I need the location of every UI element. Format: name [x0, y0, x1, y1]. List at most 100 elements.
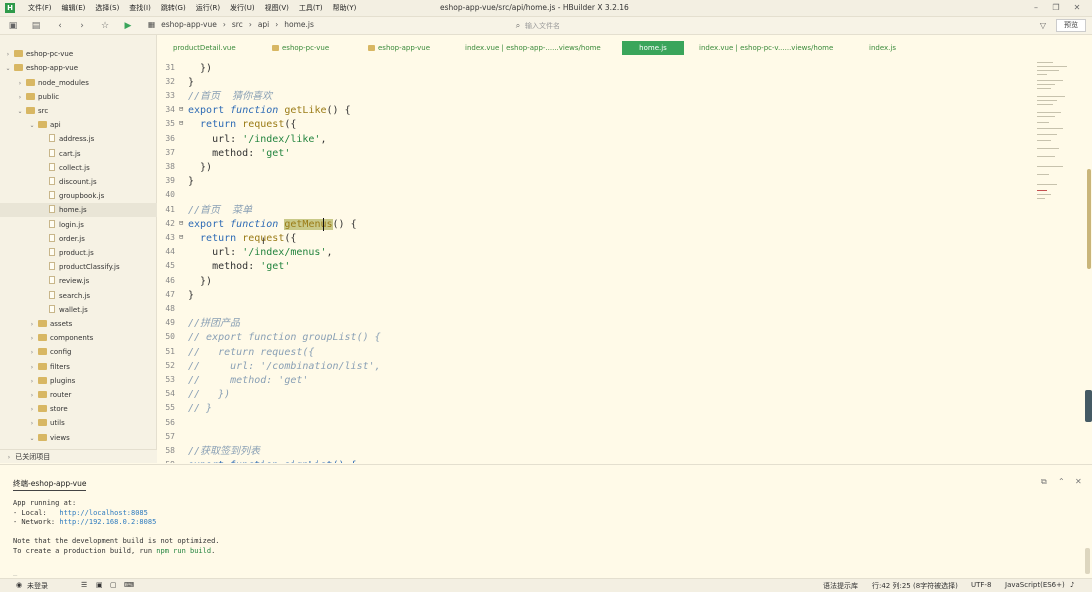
- folder-icon: [14, 50, 23, 57]
- sidebar-item-product-js[interactable]: product.js: [0, 246, 157, 260]
- maximize-icon[interactable]: ❐: [1048, 2, 1064, 14]
- breadcrumb-api[interactable]: api: [258, 20, 269, 29]
- menu-view[interactable]: 视图(V): [260, 3, 294, 13]
- minimize-icon[interactable]: –: [1028, 2, 1044, 14]
- menu-file[interactable]: 文件(F): [23, 3, 57, 13]
- fold-marker-icon[interactable]: ⊟: [179, 219, 183, 227]
- terminal-scrollbar[interactable]: [1085, 548, 1090, 574]
- new-file-icon[interactable]: ▣: [7, 20, 19, 32]
- filter-icon[interactable]: ▽: [1037, 20, 1049, 32]
- code-editor[interactable]: }) } //首页 猜你喜欢 export function getLike()…: [188, 56, 1028, 463]
- tab-index-vue-pc[interactable]: index.vue | eshop-pc-v......views/home: [699, 41, 833, 55]
- sidebar-item-order-js[interactable]: order.js: [0, 232, 157, 246]
- file-icon: [49, 177, 55, 185]
- outline-icon[interactable]: ☰: [81, 581, 87, 589]
- run-icon[interactable]: ▶: [122, 20, 134, 32]
- menu-publish[interactable]: 发行(U): [225, 3, 260, 13]
- tab-eshop-app-vue[interactable]: eshop-app-vue: [366, 41, 430, 55]
- syntax-library[interactable]: 语法提示库: [823, 581, 858, 591]
- code-line: return request({: [188, 119, 297, 130]
- sidebar-item-review-js[interactable]: review.js: [0, 274, 157, 288]
- back-icon[interactable]: ‹: [54, 20, 66, 32]
- file-icon: [49, 248, 55, 256]
- terminal-tab[interactable]: 终端-eshop-app-vue: [13, 478, 87, 491]
- closed-projects[interactable]: › 已关闭项目: [0, 449, 157, 463]
- file-icon: [49, 191, 55, 199]
- folder-icon: [26, 79, 35, 86]
- menu-select[interactable]: 选择(S): [90, 3, 124, 13]
- sidebar-item-filters[interactable]: › filters: [0, 360, 157, 374]
- breadcrumb-project[interactable]: eshop-app-vue: [161, 20, 217, 29]
- fold-marker-icon[interactable]: ⊟: [179, 233, 183, 241]
- scrollbar-thumb[interactable]: [1087, 169, 1091, 269]
- sidebar-item-components[interactable]: › components: [0, 331, 157, 345]
- sidebar-item-node-modules[interactable]: › node_modules: [0, 76, 157, 90]
- local-url-link[interactable]: http://localhost:8085: [59, 509, 148, 517]
- sidebar-item-router[interactable]: › router: [0, 388, 157, 402]
- close-panel-icon[interactable]: ✕: [1075, 477, 1082, 486]
- breadcrumb-file[interactable]: home.js: [284, 20, 314, 29]
- sidebar-item-public[interactable]: › public: [0, 90, 157, 104]
- user-icon: ◉: [16, 581, 23, 589]
- sidebar-item-login-js[interactable]: login.js: [0, 218, 157, 232]
- tab-productdetail-vue[interactable]: productDetail.vue: [173, 41, 236, 55]
- sidebar-item-search-js[interactable]: search.js: [0, 289, 157, 303]
- preview-button[interactable]: 预览: [1056, 19, 1086, 32]
- sidebar-item-eshop-app-vue[interactable]: ⌄ eshop-app-vue: [0, 61, 157, 75]
- tab-index-vue-app[interactable]: index.vue | eshop-app-......views/home: [465, 41, 601, 55]
- terminal-line: Note that the development build is not o…: [13, 537, 220, 545]
- network-url-link[interactable]: http://192.168.0.2:8085: [59, 518, 156, 526]
- menu-find[interactable]: 查找(I): [124, 3, 156, 13]
- minimap[interactable]: [1034, 56, 1086, 463]
- sidebar-item-address-js[interactable]: address.js: [0, 132, 157, 146]
- sidebar-item-wallet-js[interactable]: wallet.js: [0, 303, 157, 317]
- tab-eshop-pc-vue[interactable]: eshop-pc-vue: [270, 41, 329, 55]
- sidebar-item-store[interactable]: › store: [0, 402, 157, 416]
- fold-marker-icon[interactable]: ⊟: [179, 119, 183, 127]
- menu-goto[interactable]: 跳转(G): [156, 3, 191, 13]
- notification-icon[interactable]: ♪: [1070, 581, 1074, 589]
- sidebar-item-cart-js[interactable]: cart.js: [0, 147, 157, 161]
- star-icon[interactable]: ☆: [99, 20, 111, 32]
- code-line: return request({: [188, 233, 297, 244]
- layout-icon[interactable]: ▣: [96, 581, 103, 589]
- sidebar-item-api[interactable]: ⌄ api: [0, 118, 157, 132]
- sidebar-item-config[interactable]: › config: [0, 345, 157, 359]
- breadcrumb-src[interactable]: src: [232, 20, 243, 29]
- close-icon[interactable]: ✕: [1069, 2, 1085, 14]
- tab-index-js[interactable]: index.js: [869, 41, 896, 55]
- file-search-input[interactable]: 输入文件名: [525, 20, 1045, 32]
- code-line: url: '/index/like',: [188, 134, 327, 145]
- maximize-panel-icon[interactable]: ⧉: [1041, 477, 1047, 487]
- login-status[interactable]: 未登录: [27, 581, 48, 591]
- sidebar-item-src[interactable]: ⌄ src: [0, 104, 157, 118]
- forward-icon[interactable]: ›: [76, 20, 88, 32]
- chevron-right-icon: ›: [30, 364, 34, 371]
- tab-home-js[interactable]: home.js: [622, 41, 684, 55]
- menu-tools[interactable]: 工具(T): [294, 3, 328, 13]
- window-icon[interactable]: ▢: [110, 581, 117, 589]
- sidebar-item-discount-js[interactable]: discount.js: [0, 175, 157, 189]
- sidebar-item-collect-js[interactable]: collect.js: [0, 161, 157, 175]
- sidebar-item-groupbook-js[interactable]: groupbook.js: [0, 189, 157, 203]
- code-line: export function getLike() {: [188, 105, 351, 116]
- save-icon[interactable]: ▤: [30, 20, 42, 32]
- fold-marker-icon[interactable]: ⊟: [179, 105, 183, 113]
- cursor-position[interactable]: 行:42 列:25 (8字符被选择): [872, 581, 958, 591]
- sidebar-item-plugins[interactable]: › plugins: [0, 374, 157, 388]
- sidebar-item-eshop-pc-vue[interactable]: › eshop-pc-vue: [0, 47, 157, 61]
- terminal-output[interactable]: App running at: - Local: http://localhos…: [13, 497, 1073, 576]
- console-icon[interactable]: ⌨: [124, 581, 134, 589]
- menu-help[interactable]: 帮助(Y): [328, 3, 362, 13]
- sidebar-item-productclassify-js[interactable]: productClassify.js: [0, 260, 157, 274]
- sidebar-item-views[interactable]: ⌄ views: [0, 431, 157, 445]
- sidebar-item-utils[interactable]: › utils: [0, 416, 157, 430]
- sidebar-item-home-js[interactable]: home.js: [0, 203, 157, 217]
- sidebar-item-assets[interactable]: › assets: [0, 317, 157, 331]
- language-mode[interactable]: JavaScript(ES6+): [1005, 581, 1065, 589]
- menu-edit[interactable]: 编辑(E): [57, 3, 91, 13]
- side-panel-handle[interactable]: [1085, 390, 1092, 422]
- collapse-panel-icon[interactable]: ⌃: [1058, 477, 1065, 486]
- file-encoding[interactable]: UTF-8: [971, 581, 991, 589]
- menu-run[interactable]: 运行(R): [191, 3, 225, 13]
